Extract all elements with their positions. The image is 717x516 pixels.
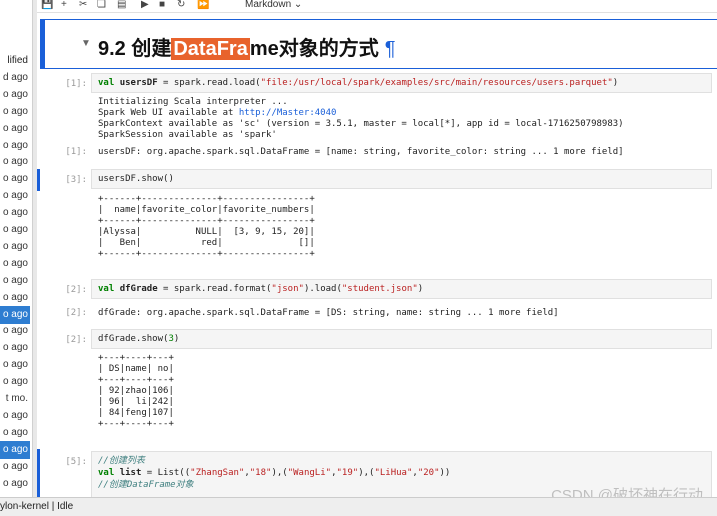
file-browser-panel: lified d ago o ago o ago o ago o ago o ago o ag…: [0, 0, 33, 497]
output-line: SparkContext available as 'sc' (version …: [98, 119, 624, 129]
chevron-down-icon: ⌄: [293, 0, 303, 10]
code-cell-input[interactable]: val dfGrade = spark.read.format("json").…: [91, 279, 712, 299]
paste-icon[interactable]: ▤: [117, 0, 126, 11]
file-list-item-modified[interactable]: o ago: [0, 120, 30, 138]
file-list-item-modified[interactable]: o ago: [0, 103, 30, 121]
file-list-item-modified[interactable]: o ago: [0, 221, 30, 239]
code-cell-input[interactable]: dfGrade.show(3): [91, 329, 712, 349]
code-string: "student.json": [341, 284, 418, 294]
cell-selection-bar: [37, 169, 40, 191]
code-variable: dfGrade: [119, 284, 158, 294]
file-list-item-modified[interactable]: o ago: [0, 86, 30, 104]
file-list-item-modified[interactable]: o ago: [0, 204, 30, 222]
file-list-item-modified[interactable]: o ago: [0, 289, 30, 307]
copy-icon[interactable]: ❏: [97, 0, 106, 11]
file-list-item-modified[interactable]: o ago: [0, 153, 30, 171]
save-icon[interactable]: 💾: [41, 0, 53, 11]
code-string: "WangLi": [287, 468, 332, 478]
input-prompt: [1]:: [65, 79, 87, 89]
notebook-area: ▼ 9.2 创建 DataFra me对象的方式 ¶ [1]: val usersDF…: [37, 13, 717, 497]
heading-text-highlight: DataFra: [171, 38, 250, 60]
file-list-item-modified[interactable]: o ago: [0, 305, 30, 324]
cell-type-label: Markdown: [245, 0, 292, 10]
file-list-item-modified[interactable]: o ago: [0, 440, 30, 459]
code-string: "19": [336, 468, 359, 478]
input-prompt: [2]:: [65, 335, 87, 345]
code-text: = spark.read.format(: [157, 284, 272, 294]
code-comment: //创建列表: [98, 456, 145, 466]
output-line: Spark Web UI available at: [98, 108, 239, 118]
code-keyword: val: [98, 284, 115, 294]
file-list-item-modified[interactable]: o ago: [0, 238, 30, 256]
file-list-item-modified[interactable]: t mo.: [0, 390, 30, 408]
section-heading: 9.2 创建 DataFra me对象的方式 ¶: [98, 32, 396, 61]
collapse-chevron-icon[interactable]: ▼: [81, 38, 91, 49]
file-list-item-modified[interactable]: o ago: [0, 272, 30, 290]
code-text: = spark.read.load(: [157, 78, 261, 88]
code-text: ): [612, 78, 619, 88]
code-string: "file:/usr/local/spark/examples/src/main…: [260, 78, 613, 88]
input-prompt: [2]:: [65, 285, 87, 295]
kernel-status[interactable]: ylon-kernel | Idle: [0, 501, 73, 512]
cut-icon[interactable]: ✂: [79, 0, 87, 11]
plus-icon[interactable]: +: [61, 0, 67, 11]
cell-selection-bar: [41, 20, 45, 68]
output-line: Intitializing Scala interpreter ...: [98, 97, 288, 107]
file-list-item-modified[interactable]: o ago: [0, 458, 30, 476]
file-list-item-modified[interactable]: o ago: [0, 373, 30, 391]
code-string: "18": [249, 468, 272, 478]
output-prompt: [1]:: [65, 147, 87, 157]
code-keyword: val: [98, 468, 115, 478]
table-output: +------+--------------+----------------+…: [98, 194, 315, 259]
file-list-item-modified[interactable]: o ago: [0, 424, 30, 442]
heading-text-after: me对象的方式: [249, 38, 379, 60]
code-string: "LiHua": [374, 468, 413, 478]
code-cell-input[interactable]: usersDF.show(): [91, 169, 712, 189]
file-list-item-modified[interactable]: o ago: [0, 356, 30, 374]
table-output: +---+----+---+ | DS|name| no| +---+----+…: [98, 353, 174, 429]
cell-type-select[interactable]: Markdown ⌄: [245, 0, 302, 11]
file-list-item-modified[interactable]: o ago: [0, 339, 30, 357]
cell-output-result: dfGrade: org.apache.spark.sql.DataFrame …: [98, 308, 559, 318]
cell-output-result: usersDF: org.apache.spark.sql.DataFrame …: [98, 147, 624, 157]
code-variable: list: [119, 468, 142, 478]
fast-forward-icon[interactable]: ⏩: [197, 0, 209, 11]
input-prompt: [5]:: [65, 457, 87, 467]
column-header-modified[interactable]: lified: [0, 52, 30, 70]
file-list-item-modified[interactable]: o ago: [0, 255, 30, 273]
code-keyword: val: [98, 78, 115, 88]
cell-output-text: Intitializing Scala interpreter ... Spar…: [98, 97, 624, 141]
code-text: ).load(: [303, 284, 342, 294]
notebook-toolbar: 💾 + ✂ ❏ ▤ ▶ ■ ↻ ⏩ Markdown ⌄: [37, 0, 717, 13]
code-variable: usersDF: [119, 78, 158, 88]
heading-text-before: 9.2 创建: [98, 38, 172, 60]
code-cell-input[interactable]: val usersDF = spark.read.load("file:/usr…: [91, 73, 712, 93]
cell-selection-bar: [37, 449, 40, 497]
file-list-item-modified[interactable]: o ago: [0, 475, 30, 493]
file-list-item-modified[interactable]: o ago: [0, 322, 30, 340]
code-string: "20": [417, 468, 440, 478]
code-string: "json": [271, 284, 304, 294]
spark-ui-link[interactable]: http://Master:4040: [239, 108, 337, 118]
code-text: ): [417, 284, 424, 294]
file-list-item-modified[interactable]: d ago: [0, 69, 30, 87]
code-text: ): [173, 334, 180, 344]
output-line: SparkSession available as 'spark': [98, 130, 277, 140]
run-icon[interactable]: ▶: [141, 0, 149, 11]
code-string: "ZhangSan": [190, 468, 245, 478]
output-prompt: [2]:: [65, 308, 87, 318]
stop-icon[interactable]: ■: [159, 0, 165, 11]
status-bar: ylon-kernel | Idle: [0, 497, 717, 516]
code-text: dfGrade.show(: [98, 334, 169, 344]
file-list-item-modified[interactable]: o ago: [0, 187, 30, 205]
anchor-link-icon[interactable]: ¶: [385, 38, 396, 60]
file-list-item-modified[interactable]: o ago: [0, 407, 30, 425]
input-prompt: [3]:: [65, 175, 87, 185]
code-comment: //创建DataFrame对象: [98, 480, 194, 490]
restart-icon[interactable]: ↻: [177, 0, 185, 11]
file-list-item-modified[interactable]: o ago: [0, 137, 30, 155]
file-list-item-modified[interactable]: o ago: [0, 170, 30, 188]
markdown-cell[interactable]: ▼ 9.2 创建 DataFra me对象的方式 ¶: [40, 19, 717, 69]
code-text: = List((: [141, 468, 191, 478]
